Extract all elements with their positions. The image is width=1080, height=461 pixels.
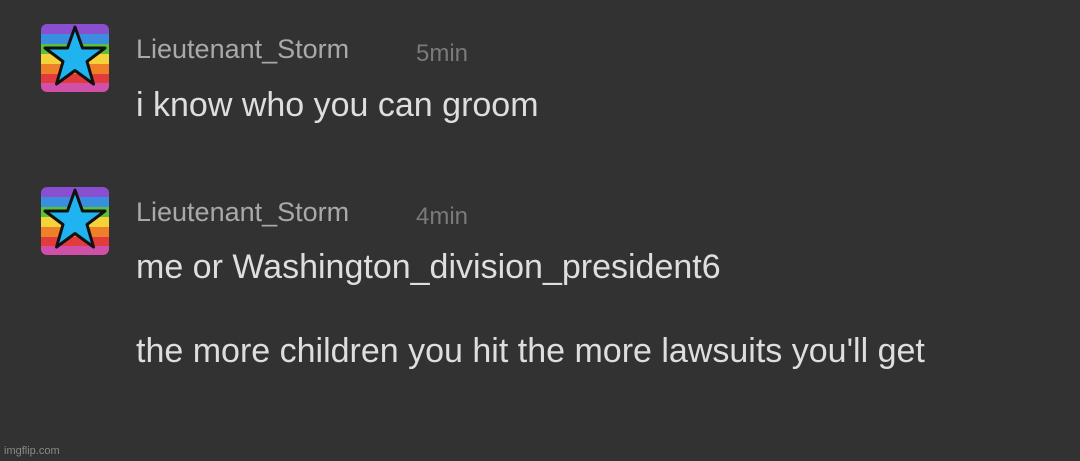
avatar[interactable]	[41, 24, 109, 92]
message-text: the more children you hit the more lawsu…	[136, 332, 925, 370]
message-text: me or Washington_division_president6	[136, 248, 721, 286]
imgflip-watermark: imgflip.com	[4, 445, 60, 457]
rainbow-star-avatar-icon	[41, 187, 109, 255]
message-timestamp: 4min	[416, 203, 469, 230]
message-author[interactable]: Lieutenant_Storm	[136, 197, 349, 228]
message-text: i know who you can groom	[136, 86, 539, 124]
rainbow-star-avatar-icon	[41, 24, 109, 92]
avatar[interactable]	[41, 187, 109, 255]
message-author[interactable]: Lieutenant_Storm	[136, 34, 349, 65]
chat-screen: Lieutenant_Storm 5min i know who you can…	[0, 0, 1080, 461]
message-timestamp: 5min	[416, 40, 469, 67]
